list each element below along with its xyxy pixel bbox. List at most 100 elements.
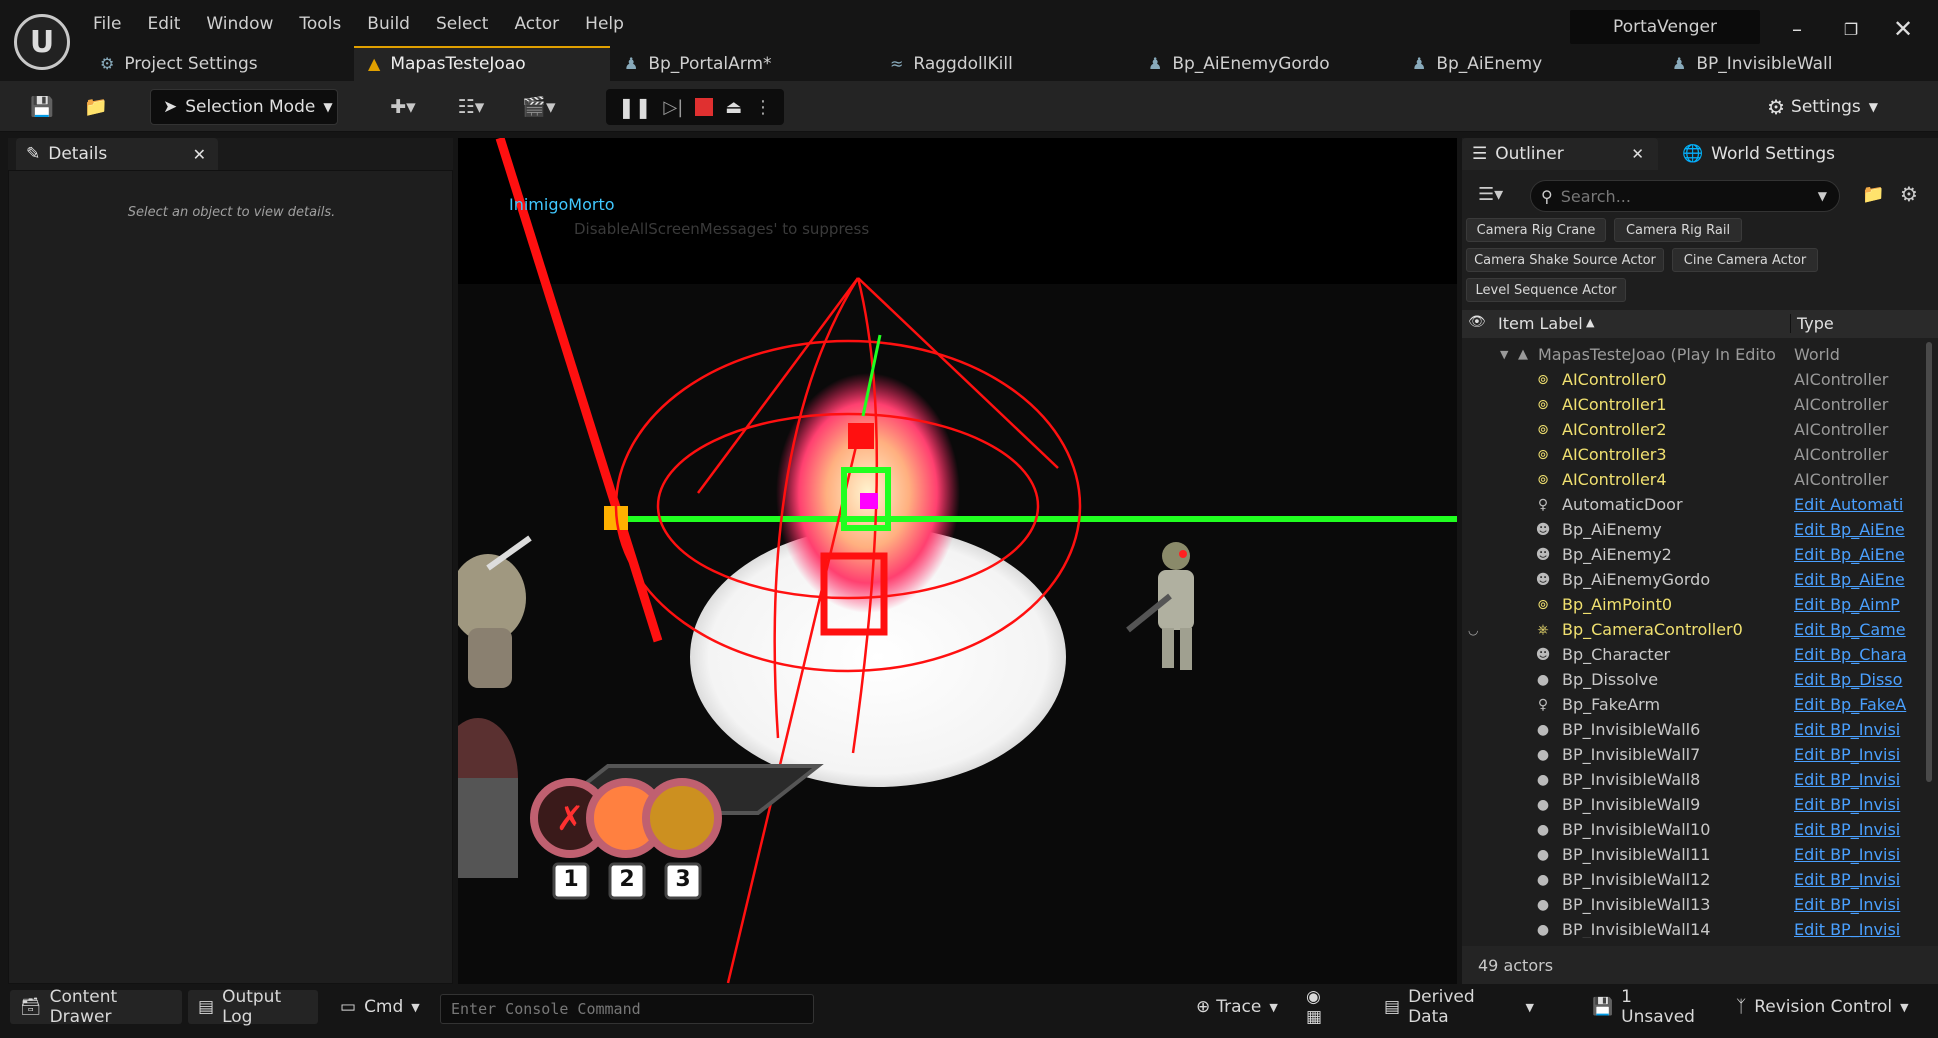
menu-help[interactable]: Help <box>572 14 637 34</box>
outliner-row[interactable]: ● Bp_Dissolve Edit Bp_Disso <box>1462 667 1938 692</box>
tab-bp-invisiblewall[interactable]: ♟ BP_InvisibleWall <box>1658 46 1858 81</box>
outliner-scrollbar[interactable] <box>1926 342 1932 782</box>
edit-blueprint-link[interactable]: Edit BP_Invisi <box>1794 920 1908 938</box>
outliner-search-input[interactable]: ⚲ Search... ▼ <box>1530 180 1840 212</box>
outliner-row[interactable]: ● BP_InvisibleWall12 Edit BP_Invisi <box>1462 867 1938 892</box>
menu-select[interactable]: Select <box>423 14 501 34</box>
filter-chip-camera-rig-crane[interactable]: Camera Rig Crane <box>1466 218 1606 242</box>
outliner-row[interactable]: ● BP_InvisibleWall8 Edit BP_Invisi <box>1462 767 1938 792</box>
content-browser-icon[interactable]: 📁 <box>80 89 112 124</box>
outliner-row[interactable]: ☻ Bp_AiEnemy2 Edit Bp_AiEne <box>1462 542 1938 567</box>
outliner-row[interactable]: ● BP_InvisibleWall10 Edit BP_Invisi <box>1462 817 1938 842</box>
edit-blueprint-link[interactable]: Edit BP_Invisi <box>1794 720 1908 739</box>
close-icon[interactable]: ✕ <box>1631 145 1644 163</box>
tab-project-settings[interactable]: ⚙ Project Settings <box>86 46 354 81</box>
menu-tools[interactable]: Tools <box>286 14 354 34</box>
tab-outliner[interactable]: ☰ Outliner ✕ <box>1462 138 1658 170</box>
record-icon[interactable]: ◉ ▦ <box>1296 987 1346 1027</box>
minimize-icon[interactable]: – <box>1782 14 1812 44</box>
filter-chip-camera-rig-rail[interactable]: Camera Rig Rail <box>1614 218 1742 242</box>
edit-blueprint-link[interactable]: Edit BP_Invisi <box>1794 745 1908 764</box>
add-actor-icon[interactable]: ✚▾ <box>378 89 428 124</box>
menu-file[interactable]: File <box>80 14 134 34</box>
edit-blueprint-link[interactable]: Edit BP_Invisi <box>1794 895 1908 914</box>
add-folder-icon[interactable]: 📁 <box>1862 184 1884 205</box>
outliner-row[interactable]: ⊚ AIController4 AIController <box>1462 467 1938 492</box>
save-icon[interactable]: 💾 <box>26 89 58 124</box>
content-drawer-button[interactable]: 🗃 Content Drawer <box>10 987 182 1027</box>
hidden-eye-icon[interactable]: ◡ <box>1468 623 1490 637</box>
edit-blueprint-link[interactable]: Edit Bp_FakeA <box>1794 695 1908 714</box>
eject-icon[interactable]: ⏏ <box>725 97 742 118</box>
edit-blueprint-link[interactable]: Edit Bp_Chara <box>1794 645 1908 664</box>
edit-blueprint-link[interactable]: Edit BP_Invisi <box>1794 770 1908 789</box>
column-type[interactable]: Type <box>1790 314 1920 333</box>
outliner-row[interactable]: ◡ ⎈ Bp_CameraController0 Edit Bp_Came <box>1462 617 1938 642</box>
trace-dropdown[interactable]: ⊕ Trace ▼ <box>1186 990 1286 1024</box>
edit-blueprint-link[interactable]: Edit BP_Invisi <box>1794 795 1908 814</box>
filter-icon[interactable]: ☰▾ <box>1478 184 1503 205</box>
gear-icon[interactable]: ⚙ <box>1900 182 1918 206</box>
restore-icon[interactable]: ❐ <box>1836 14 1866 44</box>
edit-blueprint-link[interactable]: Edit Bp_AiEne <box>1794 545 1908 564</box>
chevron-down-icon[interactable]: ▼ <box>1500 348 1508 361</box>
tab-bp-aienemygordo[interactable]: ♟ Bp_AiEnemyGordo <box>1134 46 1398 81</box>
outliner-row[interactable]: ● BP_InvisibleWall7 Edit BP_Invisi <box>1462 742 1938 767</box>
outliner-row[interactable]: ♀ Bp_FakeArm Edit Bp_FakeA <box>1462 692 1938 717</box>
tab-details[interactable]: ✎ Details ✕ <box>16 138 218 170</box>
more-options-icon[interactable]: ⋮ <box>754 97 772 118</box>
step-icon[interactable]: ▷| <box>663 97 683 118</box>
close-icon[interactable]: ✕ <box>1888 14 1918 44</box>
column-item-label[interactable]: Item Label <box>1498 314 1583 333</box>
outliner-row[interactable]: ⊚ AIController3 AIController <box>1462 442 1938 467</box>
outliner-row[interactable]: ● BP_InvisibleWall13 Edit BP_Invisi <box>1462 892 1938 917</box>
filter-chip-camera-shake[interactable]: Camera Shake Source Actor <box>1466 248 1664 272</box>
filter-chip-level-sequence[interactable]: Level Sequence Actor <box>1466 278 1626 302</box>
menu-build[interactable]: Build <box>354 14 423 34</box>
level-viewport[interactable]: ✗ 1 2 3 InimigoMorto DisableAllScreenMes… <box>458 138 1457 984</box>
output-log-button[interactable]: ▤ Output Log <box>188 987 318 1027</box>
outliner-row[interactable]: ☻ Bp_AiEnemyGordo Edit Bp_AiEne <box>1462 567 1938 592</box>
outliner-row[interactable]: ● BP_InvisibleWall6 Edit BP_Invisi <box>1462 717 1938 742</box>
outliner-row[interactable]: ⊚ Bp_AimPoint0 Edit Bp_AimP <box>1462 592 1938 617</box>
outliner-row[interactable]: ● BP_InvisibleWall11 Edit BP_Invisi <box>1462 842 1938 867</box>
outliner-row[interactable]: ⊚ AIController1 AIController <box>1462 392 1938 417</box>
edit-blueprint-link[interactable]: Edit BP_Invisi <box>1794 845 1908 864</box>
menu-window[interactable]: Window <box>193 14 286 34</box>
edit-blueprint-link[interactable]: Edit Bp_AiEne <box>1794 520 1908 539</box>
outliner-row[interactable]: ☻ Bp_Character Edit Bp_Chara <box>1462 642 1938 667</box>
outliner-row[interactable]: ☻ Bp_AiEnemy Edit Bp_AiEne <box>1462 517 1938 542</box>
edit-blueprint-link[interactable]: Edit Bp_AimP <box>1794 595 1908 614</box>
tab-bp-portalarm[interactable]: ♟ Bp_PortalArm* <box>610 46 876 81</box>
tab-bp-aienemy[interactable]: ♟ Bp_AiEnemy <box>1398 46 1658 81</box>
revision-control-dropdown[interactable]: ᛉ Revision Control ▼ <box>1726 990 1926 1024</box>
edit-blueprint-link[interactable]: Edit BP_Invisi <box>1794 870 1908 889</box>
console-command-input[interactable]: Enter Console Command <box>440 994 814 1024</box>
edit-blueprint-link[interactable]: Edit BP_Invisi <box>1794 820 1908 839</box>
outliner-row[interactable]: ● BP_InvisibleWall9 Edit BP_Invisi <box>1462 792 1938 817</box>
derived-data-dropdown[interactable]: ▤ Derived Data ▼ <box>1374 987 1544 1027</box>
cinematics-icon[interactable]: 🎬▾ <box>514 89 564 124</box>
edit-blueprint-link[interactable]: Edit Bp_Disso <box>1794 670 1908 689</box>
tab-raggdollkill[interactable]: ≈ RaggdollKill <box>876 46 1134 81</box>
menu-edit[interactable]: Edit <box>134 14 193 34</box>
cmd-dropdown[interactable]: ▭ Cmd ▼ <box>330 990 430 1024</box>
blueprint-icon[interactable]: ☷▾ <box>446 89 496 124</box>
unreal-logo-icon[interactable]: U <box>14 14 70 70</box>
tab-mapastestejoao[interactable]: ▲ MapasTesteJoao <box>354 46 610 81</box>
outliner-row[interactable]: ⊚ AIController2 AIController <box>1462 417 1938 442</box>
tab-world-settings[interactable]: 🌐 World Settings <box>1672 138 1872 170</box>
menu-actor[interactable]: Actor <box>501 14 572 34</box>
stop-icon[interactable] <box>695 98 714 116</box>
filter-chip-cine-camera[interactable]: Cine Camera Actor <box>1672 248 1818 272</box>
outliner-row[interactable]: ● BP_InvisibleWall14 Edit BP_Invisi <box>1462 917 1938 938</box>
outliner-row[interactable]: ⊚ AIController0 AIController <box>1462 367 1938 392</box>
outliner-row[interactable]: ♀ AutomaticDoor Edit Automati <box>1462 492 1938 517</box>
close-icon[interactable]: ✕ <box>193 145 206 164</box>
edit-blueprint-link[interactable]: Edit Bp_Came <box>1794 620 1908 639</box>
unsaved-button[interactable]: 💾 1 Unsaved <box>1582 987 1708 1027</box>
edit-blueprint-link[interactable]: Edit Automati <box>1794 495 1908 514</box>
visibility-icon[interactable]: 👁 <box>1468 314 1486 330</box>
settings-dropdown[interactable]: ⚙ Settings ▼ <box>1767 89 1878 125</box>
selection-mode-dropdown[interactable]: ➤ Selection Mode ▼ <box>150 89 338 125</box>
